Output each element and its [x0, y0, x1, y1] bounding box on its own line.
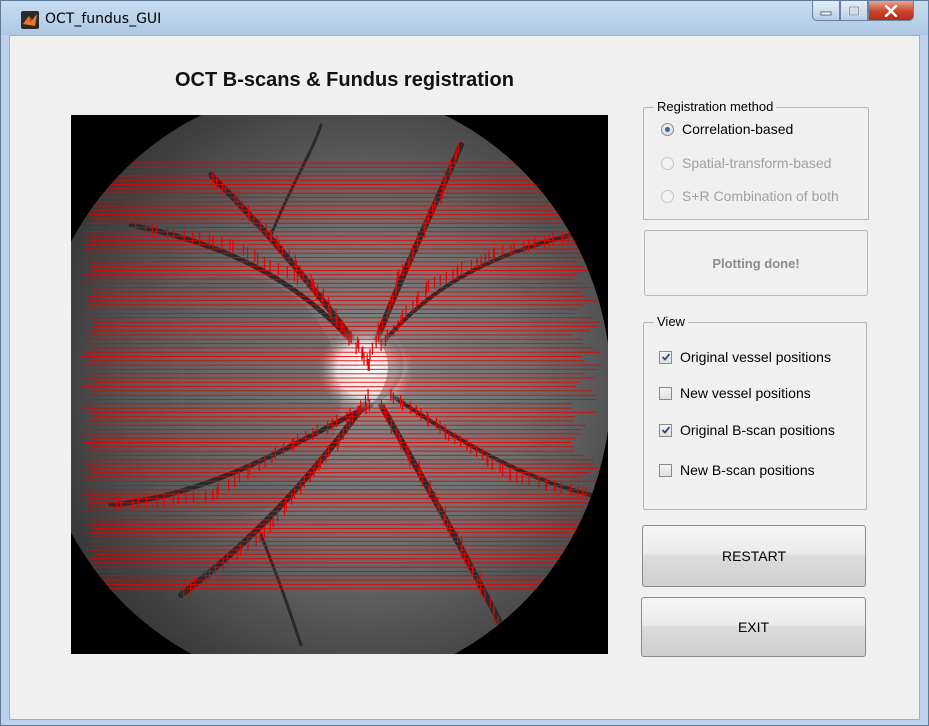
checkbox-new-vessel[interactable]: New vessel positions: [659, 385, 811, 401]
checkbox-box[interactable]: [659, 386, 672, 400]
checkbox-box[interactable]: [659, 463, 672, 477]
matlab-app-icon: [21, 11, 39, 29]
radio-disabled-icon[interactable]: [661, 156, 674, 170]
checkbox-original-bscan[interactable]: Original B-scan positions: [659, 422, 835, 438]
checkbox-label-new-vessel: New vessel positions: [680, 385, 811, 401]
check-icon: [661, 426, 670, 434]
exit-button[interactable]: EXIT: [641, 597, 866, 657]
checkbox-new-bscan[interactable]: New B-scan positions: [659, 462, 815, 478]
checkbox-label-original-bscan: Original B-scan positions: [680, 422, 835, 438]
status-text: Plotting done!: [712, 255, 800, 271]
radio-label-correlation: Correlation-based: [682, 121, 794, 137]
radio-label-combination: S+R Combination of both: [682, 188, 839, 204]
maximize-icon: [848, 5, 860, 16]
window-controls: [812, 1, 914, 27]
check-icon: [661, 353, 670, 361]
radio-label-spatial: Spatial-transform-based: [682, 155, 832, 171]
registration-method-title: Registration method: [654, 99, 777, 114]
app-window: OCT_fundus_GUI OCT B-scans & Fundus regi…: [0, 0, 929, 726]
view-title: View: [654, 314, 688, 329]
radio-spatial-transform[interactable]: Spatial-transform-based: [661, 155, 831, 171]
radio-selected-icon[interactable]: [661, 122, 674, 136]
radio-correlation-based[interactable]: Correlation-based: [661, 121, 793, 137]
close-icon: [884, 4, 898, 17]
checkbox-label-original-vessel: Original vessel positions: [680, 349, 831, 365]
checkbox-box[interactable]: [659, 423, 672, 437]
radio-combination[interactable]: S+R Combination of both: [661, 188, 839, 204]
radio-disabled-icon[interactable]: [661, 189, 674, 203]
restart-button[interactable]: RESTART: [642, 525, 866, 587]
close-button[interactable]: [868, 1, 914, 21]
fundus-plot[interactable]: [71, 115, 608, 654]
checkbox-original-vessel[interactable]: Original vessel positions: [659, 349, 831, 365]
minimize-icon: [820, 11, 832, 15]
minimize-button[interactable]: [812, 1, 840, 21]
title-bar[interactable]: OCT_fundus_GUI: [1, 1, 928, 35]
checkbox-label-new-bscan: New B-scan positions: [680, 462, 815, 478]
window-title: OCT_fundus_GUI: [45, 11, 162, 27]
fundus-image-with-bscan-lines: [71, 115, 608, 654]
status-panel: Plotting done!: [644, 230, 868, 296]
maximize-button[interactable]: [840, 1, 868, 21]
checkbox-box[interactable]: [659, 350, 672, 364]
page-title: OCT B-scans & Fundus registration: [175, 69, 514, 91]
